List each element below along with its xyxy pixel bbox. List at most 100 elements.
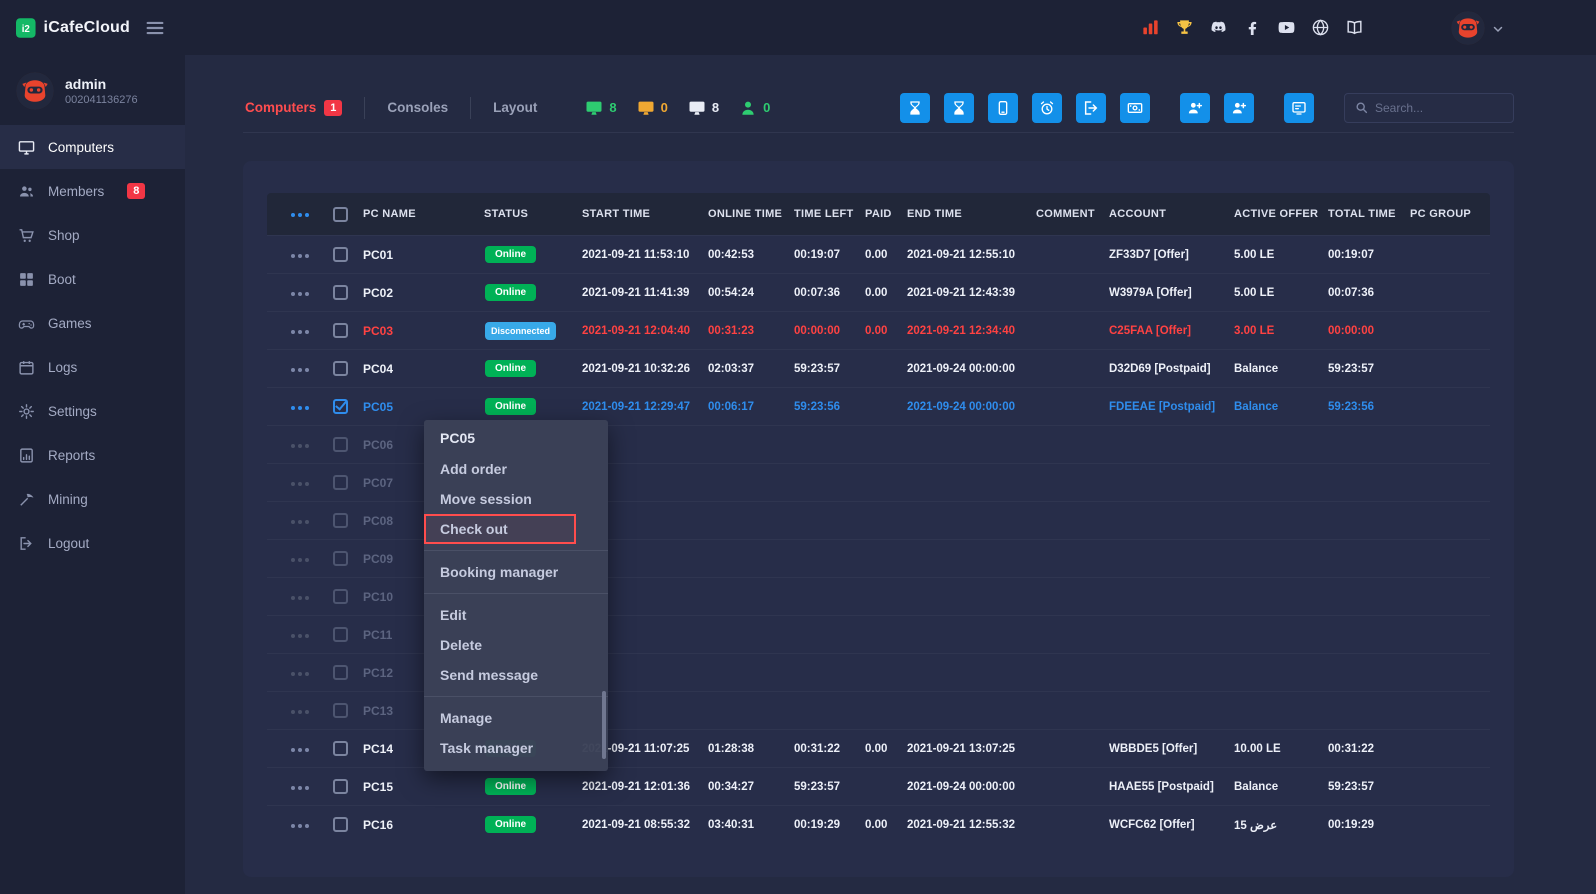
menu-item-task-manager[interactable]: Task manager (424, 733, 608, 763)
row-checkbox[interactable] (333, 589, 348, 604)
row-actions-icon[interactable] (291, 330, 309, 334)
row-checkbox[interactable] (333, 437, 348, 452)
cell-account: HAAE55 [Postpaid] (1109, 781, 1234, 793)
row-checkbox[interactable] (333, 513, 348, 528)
menu-item-add-order[interactable]: Add order (424, 454, 608, 484)
user-plus-icon (1231, 100, 1247, 116)
sidebar-item-shop[interactable]: Shop (0, 213, 185, 257)
row-actions-icon[interactable] (291, 710, 309, 714)
trophy-icon[interactable] (1175, 18, 1194, 37)
row-actions-icon[interactable] (291, 406, 309, 410)
menu-item-check-out[interactable]: Check out (424, 514, 576, 544)
sidebar-item-computers[interactable]: Computers (0, 125, 185, 169)
row-checkbox[interactable] (333, 703, 348, 718)
cell-start: 2021-09-21 10:32:26 (582, 363, 708, 375)
search-input[interactable] (1375, 101, 1495, 115)
sidebar-item-games[interactable]: Games (0, 301, 185, 345)
row-actions-icon[interactable] (291, 748, 309, 752)
row-actions-icon[interactable] (291, 634, 309, 638)
guests-counter: 0 (739, 99, 770, 117)
row-actions-icon[interactable] (291, 520, 309, 524)
tab-layout[interactable]: Layout (471, 97, 559, 119)
table-row-pc04[interactable]: PC04Online2021-09-21 10:32:2602:03:3759:… (267, 349, 1490, 387)
menu-item-send-message[interactable]: Send message (424, 660, 608, 690)
row-actions-icon[interactable] (291, 292, 309, 296)
pc-name: PC08 (363, 514, 393, 528)
scrollbar-thumb[interactable] (602, 691, 606, 759)
row-actions-icon[interactable] (291, 558, 309, 562)
mobile-button[interactable] (988, 93, 1018, 123)
table-row-pc16[interactable]: PC16Online2021-09-21 08:55:3203:40:3100:… (267, 805, 1490, 843)
row-checkbox[interactable] (333, 779, 348, 794)
row-checkbox[interactable] (333, 817, 348, 832)
row-actions-icon[interactable] (291, 786, 309, 790)
pc-name: PC05 (363, 400, 393, 414)
user-plus-icon (1187, 100, 1203, 116)
alarm-button[interactable] (1032, 93, 1062, 123)
add-member-button[interactable] (1180, 93, 1210, 123)
sidebar-nav: ComputersMembers8ShopBootGames Logs Settin… (0, 125, 185, 565)
cell-end: 2021-09-24 00:00:00 (907, 363, 1036, 375)
license-button[interactable] (1284, 93, 1314, 123)
logs-icon (18, 359, 35, 376)
sidebar-item-label: Logs (48, 360, 77, 375)
cash-icon (1127, 100, 1143, 116)
cash-button[interactable] (1120, 93, 1150, 123)
table-row-pc01[interactable]: PC01Online2021-09-21 11:53:1000:42:5300:… (267, 235, 1490, 273)
sidebar-item-mining[interactable]: Mining (0, 477, 185, 521)
user-menu[interactable] (1451, 11, 1504, 45)
header-actions-icon[interactable] (291, 213, 309, 217)
row-checkbox[interactable] (333, 741, 348, 756)
counter-value: 8 (609, 100, 616, 115)
counter-value: 8 (712, 100, 719, 115)
row-checkbox[interactable] (333, 285, 348, 300)
sidebar-item-logs[interactable]: Logs (0, 345, 185, 389)
row-checkbox[interactable] (333, 551, 348, 566)
table-row-pc15[interactable]: PC15Online2021-09-21 12:01:3600:34:2759:… (267, 767, 1490, 805)
row-actions-icon[interactable] (291, 824, 309, 828)
sidebar-item-members[interactable]: Members8 (0, 169, 185, 213)
row-actions-icon[interactable] (291, 482, 309, 486)
youtube-icon[interactable] (1277, 18, 1296, 37)
row-checkbox[interactable] (333, 247, 348, 262)
row-actions-icon[interactable] (291, 444, 309, 448)
add-guest-button[interactable] (1224, 93, 1254, 123)
menu-item-move-session[interactable]: Move session (424, 484, 608, 514)
row-checkbox[interactable] (333, 627, 348, 642)
book-icon[interactable] (1345, 18, 1364, 37)
row-checkbox[interactable] (333, 665, 348, 680)
menu-item-delete[interactable]: Delete (424, 630, 608, 660)
row-checkbox[interactable] (333, 323, 348, 338)
row-actions-icon[interactable] (291, 672, 309, 676)
stats-icon[interactable] (1141, 18, 1160, 37)
row-checkbox[interactable] (333, 361, 348, 376)
select-all-checkbox[interactable] (333, 207, 348, 222)
sidebar-item-logout[interactable]: Logout (0, 521, 185, 565)
menu-item-manage[interactable]: Manage (424, 703, 608, 733)
row-actions-icon[interactable] (291, 368, 309, 372)
row-actions-icon[interactable] (291, 596, 309, 600)
tab-computers[interactable]: Computers1 (243, 97, 365, 119)
menu-item-edit[interactable]: Edit (424, 600, 608, 630)
globe-icon[interactable] (1311, 18, 1330, 37)
status-badge: Online (485, 246, 536, 263)
svg-text:i2: i2 (22, 24, 31, 35)
cell-account: W3979A [Offer] (1109, 287, 1234, 299)
checkout-button[interactable] (1076, 93, 1106, 123)
table-row-pc03[interactable]: PC03Disconnected2021-09-21 12:04:4000:31… (267, 311, 1490, 349)
discord-icon[interactable] (1209, 18, 1228, 37)
sidebar-item-reports[interactable]: Reports (0, 433, 185, 477)
facebook-icon[interactable] (1243, 18, 1262, 37)
row-checkbox[interactable] (333, 475, 348, 490)
row-actions-icon[interactable] (291, 254, 309, 258)
menu-item-booking-manager[interactable]: Booking manager (424, 557, 608, 587)
row-checkbox[interactable] (333, 399, 348, 414)
tab-consoles[interactable]: Consoles (365, 97, 471, 119)
sidebar-item-settings[interactable]: Settings (0, 389, 185, 433)
hamburger-menu-icon[interactable] (144, 17, 166, 39)
guest-session-button[interactable] (900, 93, 930, 123)
cell-end: 2021-09-21 13:07:25 (907, 743, 1036, 755)
timed-session-button[interactable] (944, 93, 974, 123)
sidebar-item-boot[interactable]: Boot (0, 257, 185, 301)
table-row-pc02[interactable]: PC02Online2021-09-21 11:41:3900:54:2400:… (267, 273, 1490, 311)
